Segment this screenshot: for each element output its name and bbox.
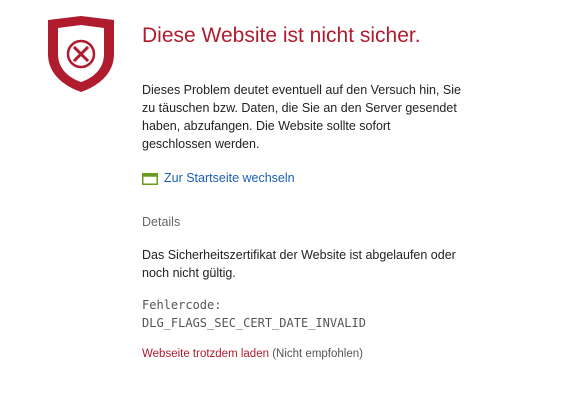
go-to-start-page-link[interactable]: Zur Startseite wechseln: [142, 171, 295, 185]
shield-x-icon: [44, 14, 118, 94]
error-code-value: DLG_FLAGS_SEC_CERT_DATE_INVALID: [142, 316, 366, 330]
error-description: Dieses Problem deutet eventuell auf den …: [142, 83, 461, 151]
go-to-start-page-label: Zur Startseite wechseln: [164, 171, 295, 185]
error-code-block: Fehlercode: DLG_FLAGS_SEC_CERT_DATE_INVA…: [142, 296, 366, 332]
proceed-row: Webseite trotzdem laden (Nicht empfohlen…: [142, 348, 363, 360]
page-title: Diese Website ist nicht sicher.: [142, 24, 421, 47]
details-text: Das Sicherheitszertifikat der Website is…: [142, 248, 456, 280]
browser-window-icon: [142, 172, 158, 185]
error-code-label: Fehlercode:: [142, 298, 222, 312]
load-anyway-link[interactable]: Webseite trotzdem laden: [142, 348, 269, 360]
details-toggle[interactable]: Details: [142, 215, 180, 229]
not-recommended-note: (Nicht empfohlen): [272, 348, 363, 360]
